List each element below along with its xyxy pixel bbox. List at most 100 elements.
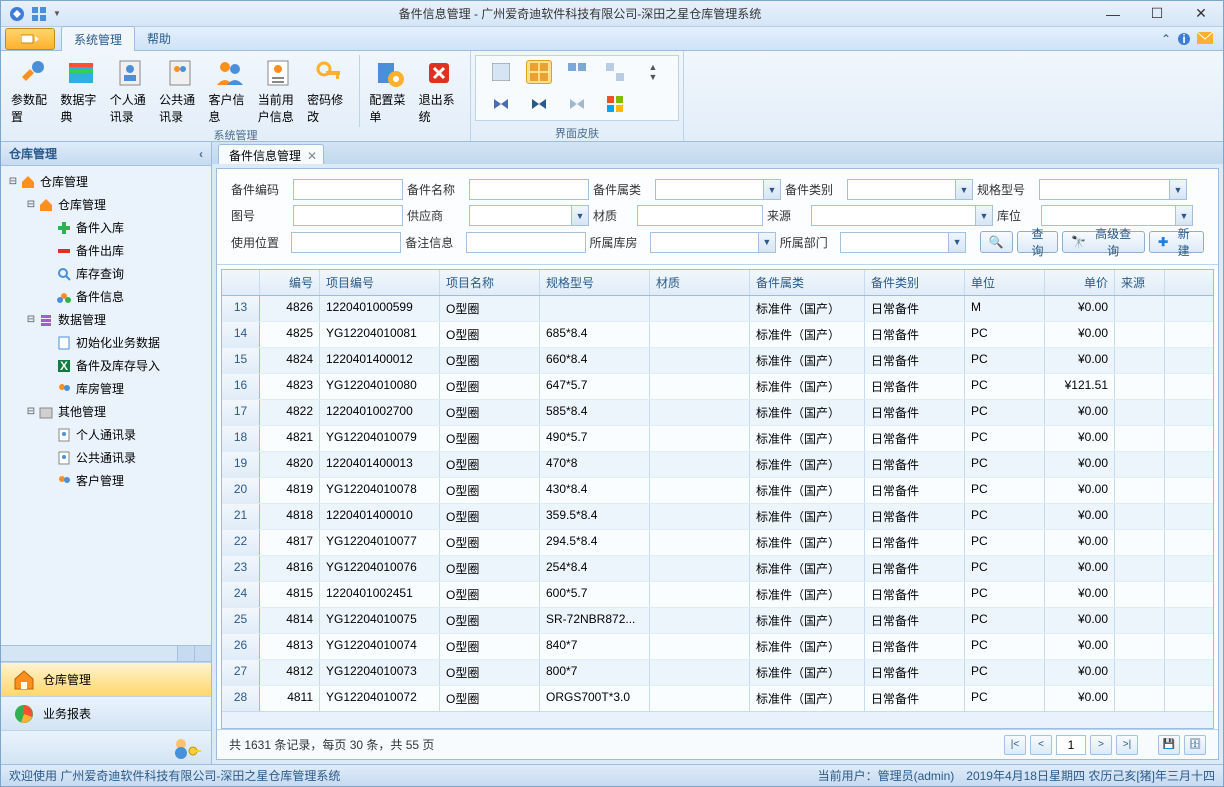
tree-node-备件及库存导入[interactable]: X备件及库存导入: [1, 354, 211, 377]
input-dept[interactable]: [840, 232, 948, 253]
table-row[interactable]: 15 4824 1220401400012 O型圈 660*8.4 标准件（国产…: [222, 348, 1213, 374]
skin-vs2-icon[interactable]: [526, 92, 552, 116]
pager-last[interactable]: >|: [1116, 735, 1138, 755]
skin-more-icon[interactable]: ▲▼: [640, 60, 666, 84]
table-row[interactable]: 16 4823 YG12204010080 O型圈 647*5.7 标准件（国产…: [222, 374, 1213, 400]
table-row[interactable]: 27 4812 YG12204010073 O型圈 800*7 标准件（国产） …: [222, 660, 1213, 686]
table-row[interactable]: 20 4819 YG12204010078 O型圈 430*8.4 标准件（国产…: [222, 478, 1213, 504]
ribbon-当前用户信息[interactable]: 当前用户信息: [256, 55, 301, 127]
dd-warehouse[interactable]: ▼: [758, 232, 776, 253]
tree-node-库存查询[interactable]: 库存查询: [1, 262, 211, 285]
ribbon-个人通讯录[interactable]: 个人通讯录: [108, 55, 153, 127]
dd-supplier[interactable]: ▼: [571, 205, 589, 226]
input-drawing[interactable]: [293, 205, 403, 226]
new-button[interactable]: ✚新建: [1149, 231, 1204, 253]
ribbon-退出系统[interactable]: 退出系统: [417, 55, 462, 127]
table-row[interactable]: 28 4811 YG12204010072 O型圈 ORGS700T*3.0 标…: [222, 686, 1213, 711]
search-button[interactable]: 查询: [1017, 231, 1058, 253]
pager-first[interactable]: |<: [1004, 735, 1026, 755]
input-supplier[interactable]: [469, 205, 571, 226]
pager-save-icon[interactable]: 🗄: [1184, 735, 1206, 755]
input-spec[interactable]: [1039, 179, 1169, 200]
tree-node-公共通讯录[interactable]: 公共通讯录: [1, 446, 211, 469]
menu-tab-system[interactable]: 系统管理: [61, 26, 135, 53]
col-header-5[interactable]: 材质: [650, 270, 750, 295]
col-header-6[interactable]: 备件属类: [750, 270, 865, 295]
tree-node-客户管理[interactable]: 客户管理: [1, 469, 211, 492]
close-button[interactable]: ✕: [1179, 2, 1223, 26]
menu-tab-help[interactable]: 帮助: [135, 26, 183, 51]
col-header-0[interactable]: [222, 270, 260, 295]
grid-hscroll[interactable]: [222, 711, 1213, 728]
ribbon-密码修改[interactable]: 密码修改: [305, 55, 350, 127]
minimize-button[interactable]: —: [1091, 2, 1135, 26]
tree-node-数据管理[interactable]: ⊟数据管理: [1, 308, 211, 331]
qat-dropdown-icon[interactable]: ▼: [53, 9, 61, 18]
ribbon-数据字典[interactable]: 数据字典: [58, 55, 103, 127]
tree-node-库房管理[interactable]: 库房管理: [1, 377, 211, 400]
table-row[interactable]: 23 4816 YG12204010076 O型圈 254*8.4 标准件（国产…: [222, 556, 1213, 582]
tree-node-仓库管理[interactable]: ⊟仓库管理: [1, 193, 211, 216]
tree-node-个人通讯录[interactable]: 个人通讯录: [1, 423, 211, 446]
app-icon[interactable]: [9, 6, 25, 22]
grid-body[interactable]: 13 4826 1220401000599 O型圈 标准件（国产） 日常备件 M…: [222, 296, 1213, 711]
sidebar-hscroll[interactable]: [1, 645, 211, 662]
dd-category2[interactable]: ▼: [955, 179, 973, 200]
table-row[interactable]: 26 4813 YG12204010074 O型圈 840*7 标准件（国产） …: [222, 634, 1213, 660]
col-header-3[interactable]: 项目名称: [440, 270, 540, 295]
col-header-9[interactable]: 单价: [1045, 270, 1115, 295]
table-row[interactable]: 14 4825 YG12204010081 O型圈 685*8.4 标准件（国产…: [222, 322, 1213, 348]
dd-spec[interactable]: ▼: [1169, 179, 1187, 200]
input-part-code[interactable]: [293, 179, 403, 200]
tree-node-初始化业务数据[interactable]: 初始化业务数据: [1, 331, 211, 354]
skin-vs-icon[interactable]: [488, 92, 514, 116]
user-key-icon[interactable]: [173, 737, 201, 759]
input-category2[interactable]: [847, 179, 955, 200]
search-icon-button[interactable]: 🔍: [980, 231, 1013, 253]
col-header-10[interactable]: 来源: [1115, 270, 1165, 295]
sidebar-collapse-icon[interactable]: ‹: [199, 147, 203, 161]
col-header-1[interactable]: 编号: [260, 270, 320, 295]
file-button[interactable]: [5, 28, 55, 50]
tree-node-仓库管理[interactable]: ⊟仓库管理: [1, 170, 211, 193]
input-category1[interactable]: [655, 179, 763, 200]
col-header-2[interactable]: 项目编号: [320, 270, 440, 295]
table-row[interactable]: 13 4826 1220401000599 O型圈 标准件（国产） 日常备件 M…: [222, 296, 1213, 322]
sidebar-section-reports[interactable]: 业务报表: [1, 696, 211, 730]
input-material[interactable]: [637, 205, 763, 226]
table-row[interactable]: 21 4818 1220401400010 O型圈 359.5*8.4 标准件（…: [222, 504, 1213, 530]
tree-node-备件入库[interactable]: 备件入库: [1, 216, 211, 239]
ribbon-公共通讯录[interactable]: 公共通讯录: [157, 55, 202, 127]
help-dropdown-icon[interactable]: ⌃: [1161, 32, 1171, 46]
tree-node-其他管理[interactable]: ⊟其他管理: [1, 400, 211, 423]
tab-close-icon[interactable]: ✕: [307, 149, 317, 163]
ribbon-配置菜单[interactable]: 配置菜单: [367, 55, 412, 127]
input-location[interactable]: [1041, 205, 1175, 226]
table-row[interactable]: 25 4814 YG12204010075 O型圈 SR-72NBR872...…: [222, 608, 1213, 634]
skin-win-icon[interactable]: [602, 92, 628, 116]
col-header-4[interactable]: 规格型号: [540, 270, 650, 295]
pager-next[interactable]: >: [1090, 735, 1112, 755]
input-warehouse[interactable]: [650, 232, 758, 253]
skin-vs3-icon[interactable]: [564, 92, 590, 116]
table-row[interactable]: 22 4817 YG12204010077 O型圈 294.5*8.4 标准件（…: [222, 530, 1213, 556]
pager-export-icon[interactable]: 💾: [1158, 735, 1180, 755]
qat-icon[interactable]: [31, 6, 47, 22]
skin-item-4[interactable]: [602, 60, 628, 84]
input-part-name[interactable]: [469, 179, 589, 200]
pager-page-input[interactable]: [1056, 735, 1086, 755]
col-header-8[interactable]: 单位: [965, 270, 1045, 295]
info-icon[interactable]: i: [1177, 32, 1191, 46]
input-position[interactable]: [291, 232, 401, 253]
document-tab[interactable]: 备件信息管理 ✕: [218, 144, 324, 164]
mail-icon[interactable]: [1197, 32, 1213, 46]
maximize-button[interactable]: ☐: [1135, 2, 1179, 26]
pager-prev[interactable]: <: [1030, 735, 1052, 755]
dd-source[interactable]: ▼: [975, 205, 993, 226]
dd-dept[interactable]: ▼: [948, 232, 966, 253]
table-row[interactable]: 24 4815 1220401002451 O型圈 600*5.7 标准件（国产…: [222, 582, 1213, 608]
ribbon-参数配置[interactable]: 参数配置: [9, 55, 54, 127]
table-row[interactable]: 19 4820 1220401400013 O型圈 470*8 标准件（国产） …: [222, 452, 1213, 478]
dd-location[interactable]: ▼: [1175, 205, 1193, 226]
skin-item-3[interactable]: [564, 60, 590, 84]
